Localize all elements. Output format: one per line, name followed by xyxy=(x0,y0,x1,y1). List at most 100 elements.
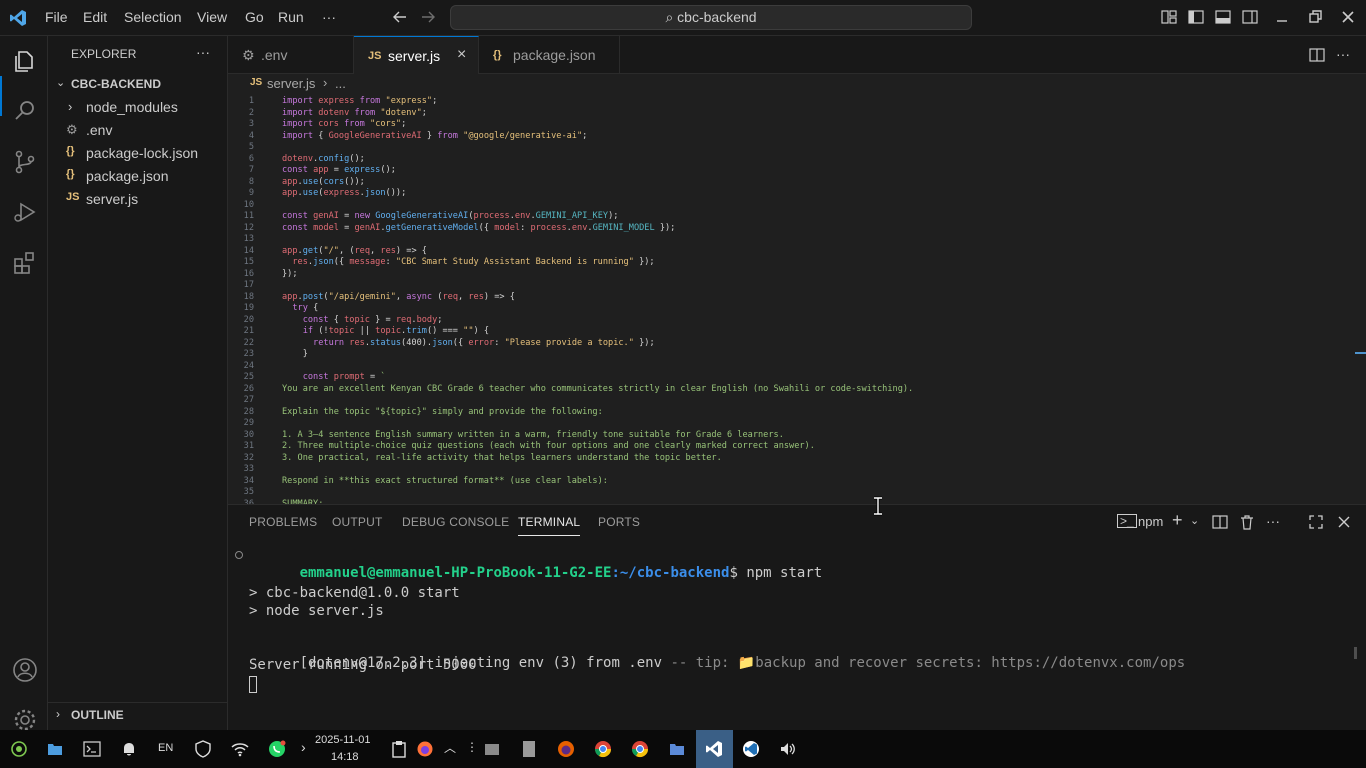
code-line[interactable]: 32 3. One practical, real-life activity t… xyxy=(228,453,1328,465)
terminal-app-icon[interactable] xyxy=(83,740,101,758)
code-line[interactable]: 20 const { topic } = req.body; xyxy=(228,315,1328,327)
maximize-panel-icon[interactable] xyxy=(1308,514,1324,530)
search-icon[interactable] xyxy=(12,98,38,124)
code-line[interactable]: 4 import { GoogleGenerativeAI } from "@go… xyxy=(228,131,1328,143)
text-editor-icon[interactable] xyxy=(520,740,538,758)
firefox-taskbar-icon[interactable] xyxy=(557,740,575,758)
toggle-secondary-sidebar-icon[interactable] xyxy=(1241,8,1259,26)
settings-gear-icon[interactable] xyxy=(12,707,38,730)
code-line[interactable]: 1 import express from "express"; xyxy=(228,96,1328,108)
whatsapp-icon[interactable] xyxy=(268,740,286,758)
tab-debug-console[interactable]: DEBUG CONSOLE xyxy=(402,515,509,529)
code-line[interactable]: 35 xyxy=(228,487,1328,499)
code-line[interactable]: 28 Explain the topic "${topic}" simply an… xyxy=(228,407,1328,419)
account-icon[interactable] xyxy=(12,657,38,683)
chrome-icon[interactable] xyxy=(594,740,612,758)
trash-icon[interactable] xyxy=(1239,514,1255,530)
code-line[interactable]: 22 return res.status(400).json({ error: … xyxy=(228,338,1328,350)
forward-arrow-icon[interactable] xyxy=(419,8,437,26)
start-menu-icon[interactable] xyxy=(10,740,28,758)
customize-layout-icon[interactable] xyxy=(1160,8,1178,26)
back-arrow-icon[interactable] xyxy=(391,8,409,26)
code-line[interactable]: 19 try { xyxy=(228,303,1328,315)
menu-go[interactable]: Go xyxy=(245,9,264,25)
editor-more-button[interactable]: ··· xyxy=(1336,46,1350,62)
code-line[interactable]: 33 xyxy=(228,464,1328,476)
code-line[interactable]: 2 import dotenv from "dotenv"; xyxy=(228,108,1328,120)
code-line[interactable]: 17 xyxy=(228,280,1328,292)
file-manager-icon[interactable] xyxy=(483,740,501,758)
terminal-scrollbar[interactable] xyxy=(1354,647,1357,659)
breadcrumb-rest[interactable]: ... xyxy=(335,76,346,91)
code-editor[interactable]: 1 import express from "express"; 2 import d… xyxy=(228,94,1366,504)
close-tab-icon[interactable]: × xyxy=(457,46,466,64)
code-line[interactable]: 23 } xyxy=(228,349,1328,361)
folder-icon[interactable] xyxy=(46,740,64,758)
code-line[interactable]: 8 app.use(cors()); xyxy=(228,177,1328,189)
code-line[interactable]: 30 1. A 3–4 sentence English summary writ… xyxy=(228,430,1328,442)
tab-package-json[interactable]: {} package.json xyxy=(479,36,620,74)
toggle-sidebar-icon[interactable] xyxy=(1187,8,1205,26)
file-item-node-modules[interactable]: › node_modules xyxy=(48,96,227,118)
code-line[interactable]: 9 app.use(express.json()); xyxy=(228,188,1328,200)
code-line[interactable]: 10 xyxy=(228,200,1328,212)
close-window-icon[interactable] xyxy=(1339,8,1357,26)
clock-date[interactable]: 2025-11-01 xyxy=(315,734,370,746)
code-line[interactable]: 26 You are an excellent Kenyan CBC Grade … xyxy=(228,384,1328,396)
code-line[interactable]: 31 2. Three multiple-choice quiz question… xyxy=(228,441,1328,453)
code-line[interactable]: 15 res.json({ message: "CBC Smart Study … xyxy=(228,257,1328,269)
close-panel-icon[interactable] xyxy=(1336,514,1352,530)
tab-problems[interactable]: PROBLEMS xyxy=(249,515,317,529)
menu-run[interactable]: Run xyxy=(278,9,304,25)
code-line[interactable]: 14 app.get("/", (req, res) => { xyxy=(228,246,1328,258)
bell-icon[interactable] xyxy=(120,740,138,758)
run-debug-icon[interactable] xyxy=(12,199,38,225)
clock-time[interactable]: 14:18 xyxy=(331,751,359,763)
toggle-panel-icon[interactable] xyxy=(1214,8,1232,26)
file-item-package[interactable]: {} package.json xyxy=(48,165,227,187)
code-line[interactable]: 34 Respond in **this exact structured for… xyxy=(228,476,1328,488)
tab-env[interactable]: ⚙ .env xyxy=(228,36,354,74)
outline-section[interactable]: › OUTLINE xyxy=(48,702,227,724)
menu-selection[interactable]: Selection xyxy=(124,9,182,25)
restore-icon[interactable] xyxy=(1306,8,1324,26)
code-line[interactable]: 13 xyxy=(228,234,1328,246)
file-item-package-lock[interactable]: {} package-lock.json xyxy=(48,142,227,164)
panel-more-button[interactable]: ··· xyxy=(1266,513,1280,529)
menu-more[interactable]: ··· xyxy=(322,9,336,25)
code-line[interactable]: 25 const prompt = ` xyxy=(228,372,1328,384)
tab-output[interactable]: OUTPUT xyxy=(332,515,383,529)
code-line[interactable]: 6 dotenv.config(); xyxy=(228,154,1328,166)
command-center-search[interactable]: ⌕ cbc-backend xyxy=(450,5,972,30)
vscode-window-icon[interactable] xyxy=(742,740,760,758)
files-app-icon[interactable] xyxy=(668,740,686,758)
shield-icon[interactable] xyxy=(194,740,212,758)
code-line[interactable]: 11 const genAI = new GoogleGenerativeAI(p… xyxy=(228,211,1328,223)
code-line[interactable]: 5 xyxy=(228,142,1328,154)
clipboard-icon[interactable] xyxy=(390,740,408,758)
file-item-env[interactable]: ⚙ .env xyxy=(48,119,227,141)
code-line[interactable]: 27 xyxy=(228,395,1328,407)
code-line[interactable]: 21 if (!topic || topic.trim() === "") { xyxy=(228,326,1328,338)
firefox-icon[interactable] xyxy=(416,740,434,758)
menu-edit[interactable]: Edit xyxy=(83,9,107,25)
code-line[interactable]: 29 xyxy=(228,418,1328,430)
split-editor-icon[interactable] xyxy=(1308,46,1326,64)
file-item-server[interactable]: JS server.js xyxy=(48,188,227,210)
chevron-down-icon[interactable]: ⌄ xyxy=(1190,514,1199,527)
split-terminal-icon[interactable] xyxy=(1212,514,1228,530)
code-line[interactable]: 12 const model = genAI.getGenerativeModel… xyxy=(228,223,1328,235)
chrome-profile-icon[interactable] xyxy=(631,740,649,758)
code-line[interactable]: 18 app.post("/api/gemini", async (req, re… xyxy=(228,292,1328,304)
extensions-icon[interactable] xyxy=(12,250,38,276)
new-terminal-icon[interactable]: + xyxy=(1172,510,1183,531)
terminal-name[interactable]: npm xyxy=(1138,514,1163,529)
code-line[interactable]: 24 xyxy=(228,361,1328,373)
breadcrumb-file[interactable]: server.js xyxy=(267,76,315,91)
tab-server-js[interactable]: JS server.js × xyxy=(354,36,479,74)
vscode-taskbar-icon[interactable] xyxy=(705,740,723,758)
volume-icon[interactable] xyxy=(779,740,797,758)
code-line[interactable]: 7 const app = express(); xyxy=(228,165,1328,177)
explorer-icon[interactable] xyxy=(12,48,38,74)
code-line[interactable]: 16}); xyxy=(228,269,1328,281)
